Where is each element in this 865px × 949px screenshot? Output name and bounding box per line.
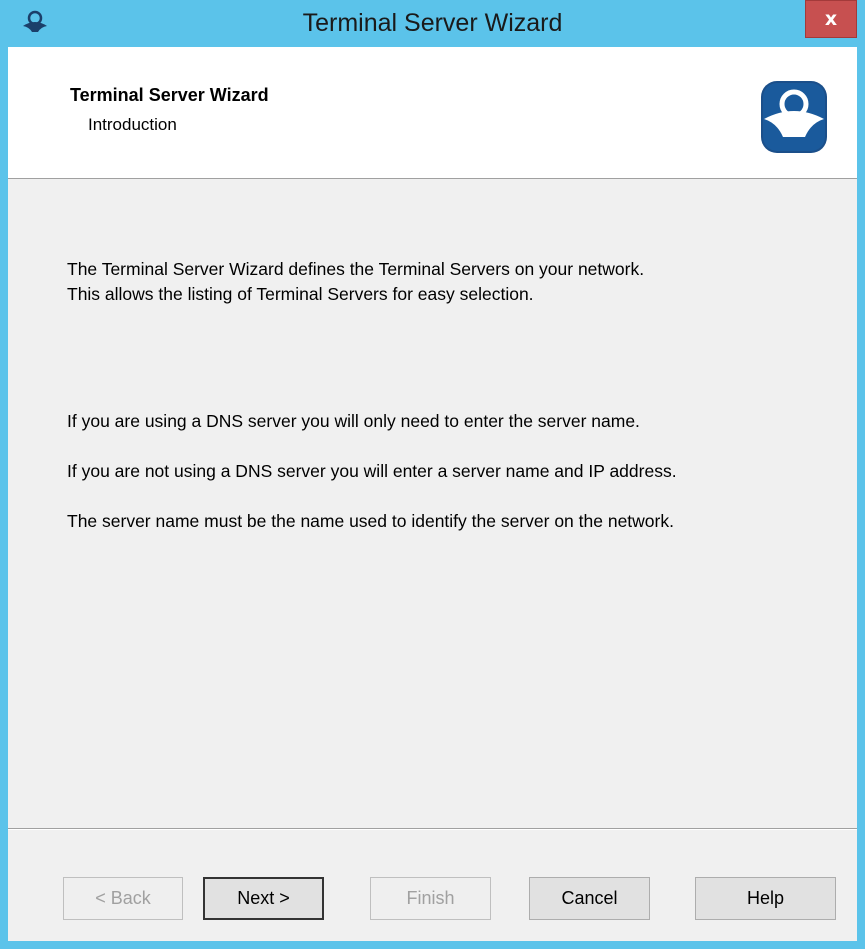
thinmanager-logo-icon — [761, 81, 827, 153]
wizard-client-area: Terminal Server Wizard Introduction The … — [8, 47, 857, 941]
intro-line-2: This allows the listing of Terminal Serv… — [67, 284, 534, 304]
back-button[interactable]: < Back — [63, 877, 183, 920]
window-title: Terminal Server Wizard — [302, 9, 563, 37]
footer-divider-highlight — [8, 829, 857, 830]
wizard-header: Terminal Server Wizard Introduction — [8, 47, 857, 179]
next-button[interactable]: Next > — [203, 877, 324, 920]
title-bar[interactable]: Terminal Server Wizard x — [0, 0, 865, 47]
wizard-window: Terminal Server Wizard x Terminal Server… — [0, 0, 865, 949]
help-button[interactable]: Help — [695, 877, 836, 920]
no-dns-note: If you are not using a DNS server you wi… — [67, 461, 677, 481]
header-subtitle: Introduction — [88, 115, 177, 134]
cancel-button[interactable]: Cancel — [529, 877, 650, 920]
header-title: Terminal Server Wizard — [70, 85, 269, 105]
dns-note: If you are using a DNS server you will o… — [67, 411, 640, 431]
finish-button[interactable]: Finish — [370, 877, 491, 920]
intro-line-1: The Terminal Server Wizard defines the T… — [67, 259, 645, 279]
close-button[interactable]: x — [805, 0, 857, 38]
server-name-note: The server name must be the name used to… — [67, 511, 674, 531]
